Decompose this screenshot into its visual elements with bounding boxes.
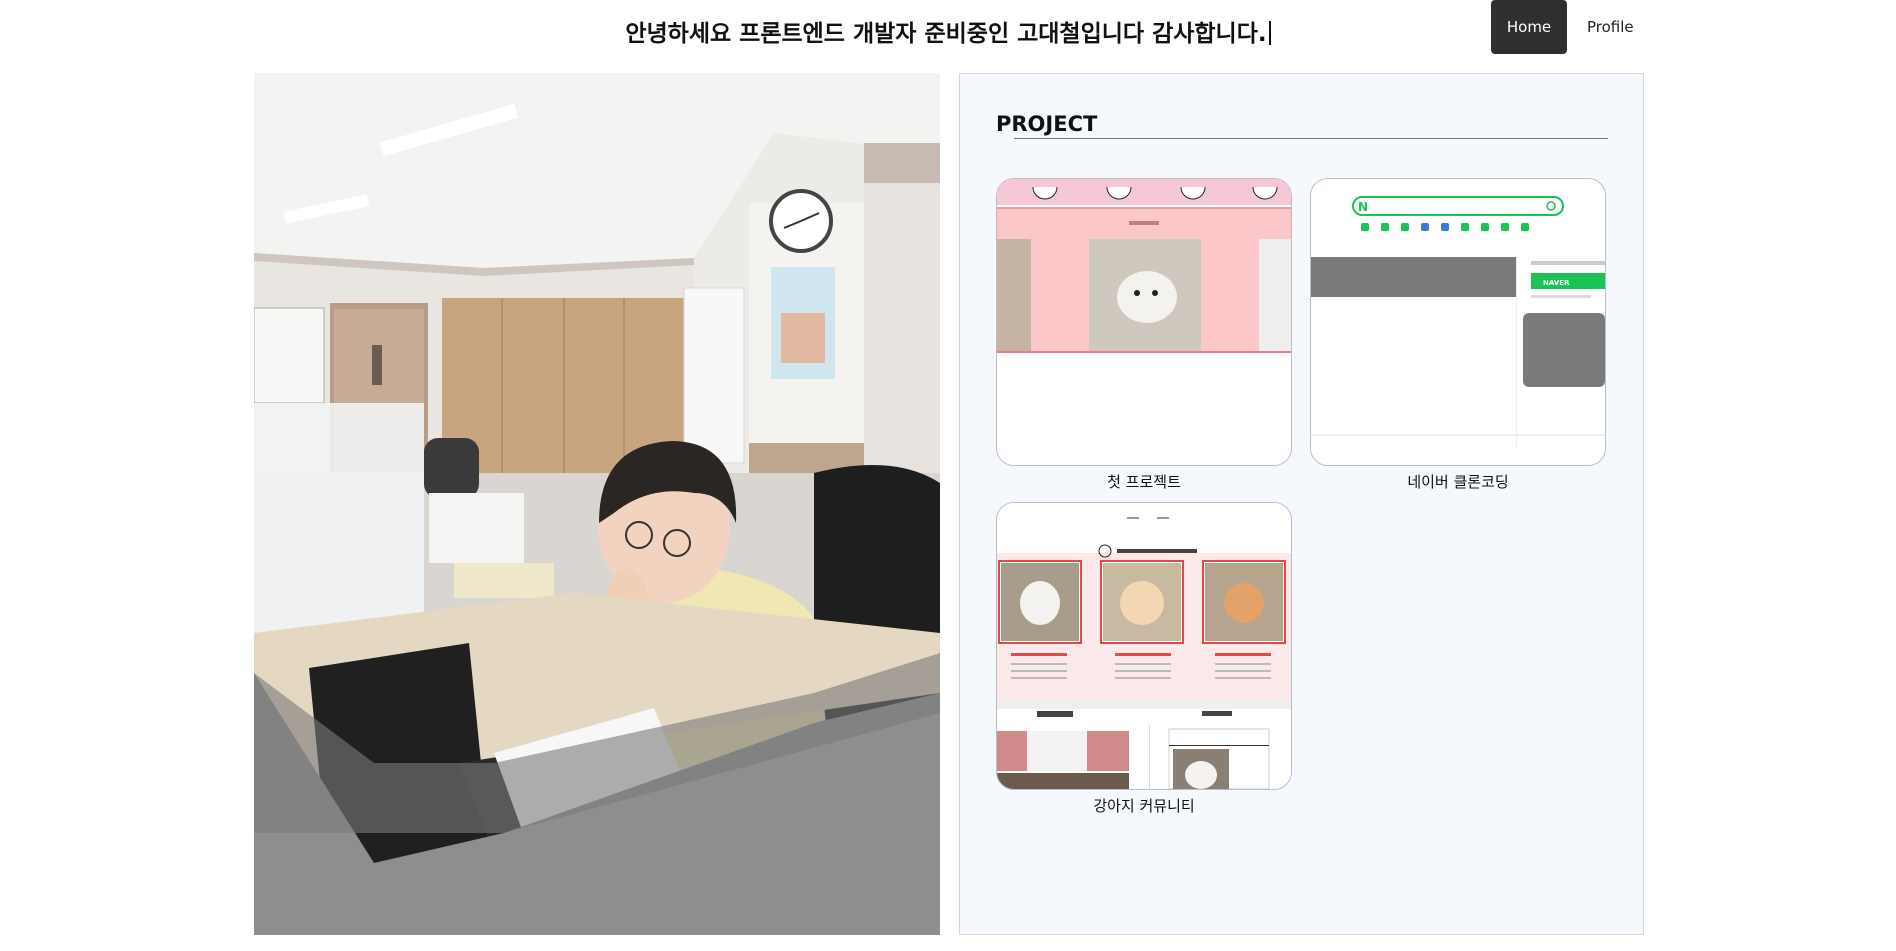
- top-bar: 안녕하세요 프론트엔드 개발자 준비중인 고대철입니다 감사합니다. Home …: [0, 0, 1896, 70]
- typing-caret: [1268, 21, 1271, 45]
- project-title-naver: 네이버 클론코딩: [1407, 473, 1509, 491]
- project-thumbnail-dog-community[interactable]: [996, 502, 1292, 790]
- svg-text:NAVER: NAVER: [1543, 279, 1570, 287]
- project-card-first[interactable]: 첫 프로젝트: [996, 178, 1292, 492]
- project-section-title: PROJECT: [996, 112, 1098, 136]
- project-title-dog-community: 강아지 커뮤니티: [1093, 797, 1195, 815]
- profile-photo: [254, 73, 940, 935]
- headline-text: 안녕하세요 프론트엔드 개발자 준비중인 고대철입니다 감사합니다.: [625, 21, 1267, 47]
- nav-bar: Home Profile: [1491, 0, 1652, 54]
- project-panel: PROJECT 첫 프로젝트 N NAVER 네이버 클론코딩 강아지 커뮤니티: [959, 73, 1644, 935]
- project-card-dog-community[interactable]: 강아지 커뮤니티: [996, 502, 1292, 816]
- project-title-first: 첫 프로젝트: [1107, 473, 1181, 491]
- project-card-naver[interactable]: N NAVER 네이버 클론코딩: [1310, 178, 1606, 492]
- svg-text:N: N: [1358, 200, 1368, 214]
- project-thumbnail-naver[interactable]: N NAVER: [1310, 178, 1606, 466]
- title-divider: [1014, 138, 1608, 139]
- project-thumbnail-first[interactable]: [996, 178, 1292, 466]
- nav-profile-button[interactable]: Profile: [1569, 0, 1652, 54]
- nav-home-button[interactable]: Home: [1491, 0, 1567, 54]
